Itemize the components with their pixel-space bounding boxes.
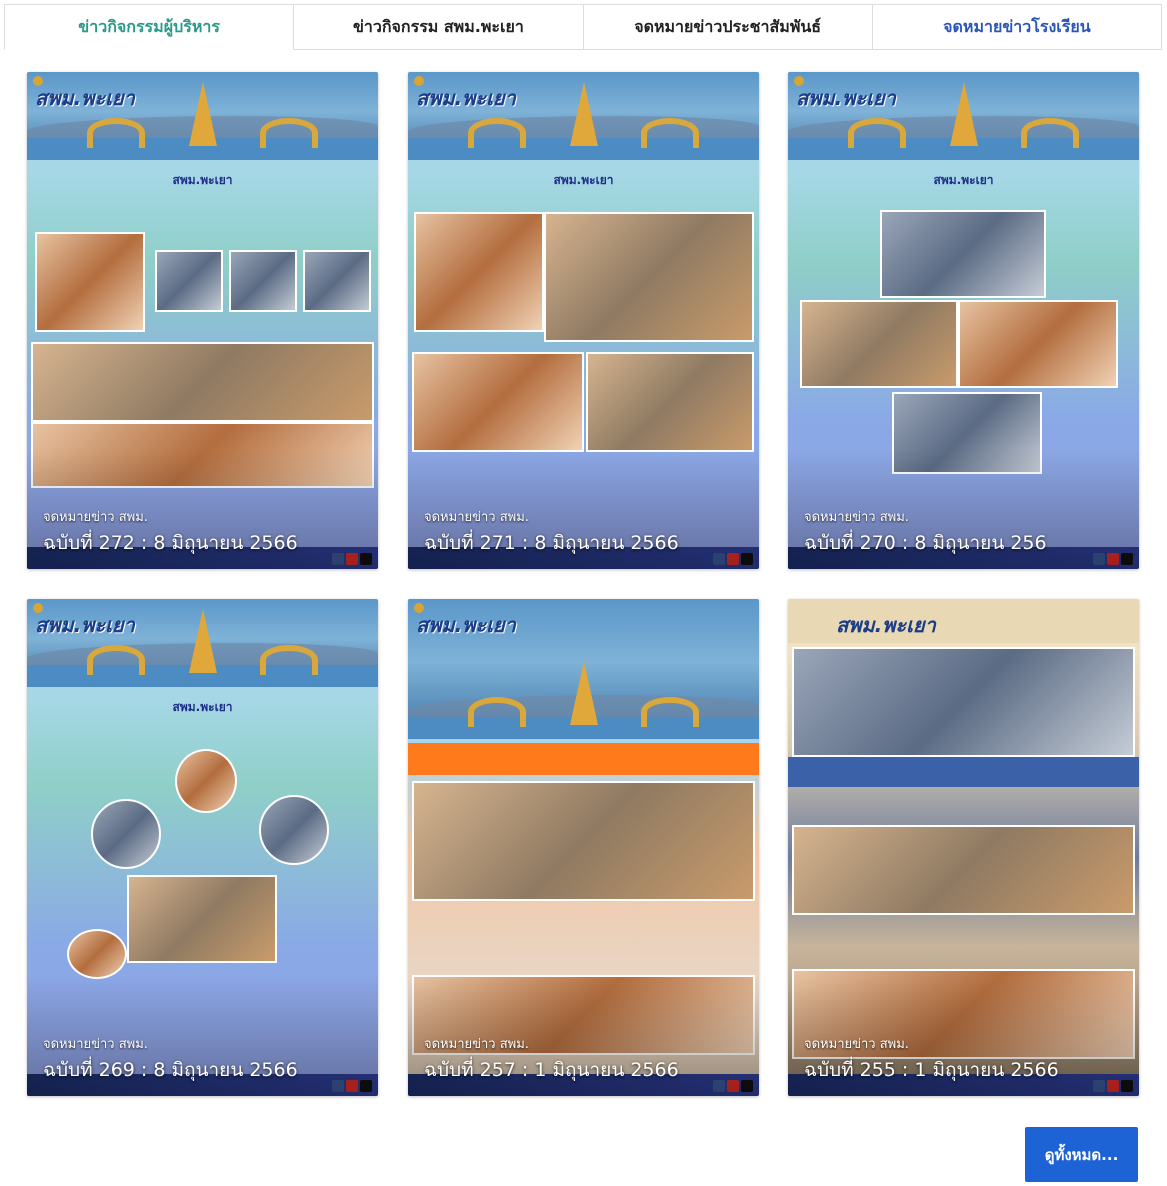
newsletter-title: ฉบับที่ 271 : 8 มิถุนายน 2566 [424, 532, 679, 554]
newsletter-title: ฉบับที่ 257 : 1 มิถุนายน 2566 [424, 1059, 679, 1081]
newsletter-card[interactable]: สพม.พะเยา สพม.พะเยา จดหมายข่าว สพม. ฉบับ… [27, 72, 378, 569]
newsletter-label: จดหมายข่าว สพม. [43, 1037, 148, 1052]
newsletter-title: ฉบับที่ 272 : 8 มิถุนายน 2566 [43, 532, 298, 554]
newsletter-label: จดหมายข่าว สพม. [43, 510, 148, 525]
newsletter-label: จดหมายข่าว สพม. [424, 510, 529, 525]
newsletter-label: จดหมายข่าว สพม. [424, 1037, 529, 1052]
newsletter-card[interactable]: สพม.พะเยา สพม.พะเยา จดหมายข่าว สพม. ฉบับ… [408, 72, 759, 569]
view-all-button[interactable]: ดูทั้งหมด... [1025, 1127, 1138, 1182]
newsletter-title: ฉบับที่ 269 : 8 มิถุนายน 2566 [43, 1059, 298, 1081]
newsletter-card[interactable]: สพม.พะเยา สพม.พะเยา จดหมายข่าว สพม. ฉบับ… [27, 599, 378, 1096]
newsletter-title: ฉบับที่ 270 : 8 มิถุนายน 256 [804, 532, 1047, 554]
newsletter-title: ฉบับที่ 255 : 1 มิถุนายน 2566 [804, 1059, 1059, 1081]
newsletter-label: จดหมายข่าว สพม. [804, 1037, 909, 1052]
news-tabs: ข่าวกิจกรรมผู้บริหาร ข่าวกิจกรรม สพม.พะเ… [4, 4, 1162, 50]
tab-school-newsletter[interactable]: จดหมายข่าวโรงเรียน [872, 4, 1162, 50]
newsletter-card[interactable]: สพม.พะเยา สพม.พะเยา จดหมายข่าว สพม. ฉบับ… [788, 72, 1139, 569]
tab-office-activities[interactable]: ข่าวกิจกรรม สพม.พะเยา [294, 4, 584, 50]
newsletter-card[interactable]: สพม.พะเยา จดหมายข่าว สพม. ฉบับที่ 255 : … [788, 599, 1139, 1096]
tab-pr-newsletter[interactable]: จดหมายข่าวประชาสัมพันธ์ [583, 4, 873, 50]
tab-executive-activities[interactable]: ข่าวกิจกรรมผู้บริหาร [4, 4, 295, 50]
newsletter-label: จดหมายข่าว สพม. [804, 510, 909, 525]
newsletter-card[interactable]: สพม.พะเยา จดหมายข่าว สพม. ฉบับที่ 257 : … [408, 599, 759, 1096]
